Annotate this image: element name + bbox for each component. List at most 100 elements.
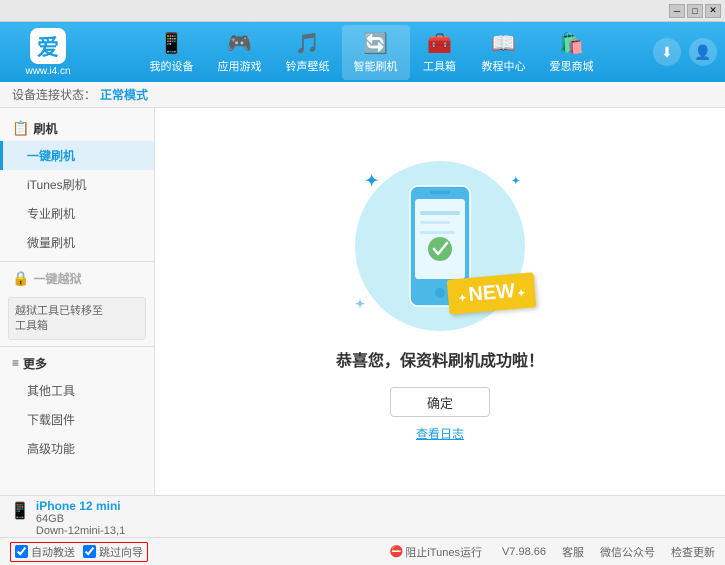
- download-firmware-label: 下载固件: [27, 413, 75, 427]
- nav-wallpaper[interactable]: 🎵 铃声壁纸: [274, 25, 342, 80]
- nav-apps-games-label: 应用游戏: [218, 58, 262, 74]
- nav-items: 📱 我的设备 🎮 应用游戏 🎵 铃声壁纸 🔄 智能刷机 🧰 工具箱 📖 教程中心…: [98, 25, 645, 80]
- device-storage: 64GB: [36, 513, 125, 525]
- bottom-bar: 自动教送 跳过向导 ⛔ 阻止iTunes运行 V7.98.66 客服 微信公众号…: [0, 537, 725, 565]
- view-log-link[interactable]: 查看日志: [416, 425, 464, 442]
- nav-my-device-label: 我的设备: [150, 58, 194, 74]
- logo-icon: 爱: [30, 28, 66, 64]
- skip-wizard-checkbox[interactable]: [83, 545, 96, 558]
- sparkle-bl: ✦: [355, 297, 365, 311]
- flash-section-icon: 📋: [12, 120, 29, 137]
- nav-wallpaper-label: 铃声壁纸: [286, 58, 330, 74]
- sidebar-item-itunes-flash[interactable]: iTunes刷机: [0, 170, 154, 199]
- status-label: 设备连接状态：: [12, 86, 96, 103]
- nav-smart-flash-label: 智能刷机: [354, 58, 398, 74]
- status-value: 正常模式: [100, 86, 148, 103]
- device-info-row: 📱 iPhone 12 mini 64GB Down-12mini-13,1: [0, 496, 725, 537]
- sidebar-divider-2: [0, 346, 154, 347]
- sparkle-tl: ✦: [365, 171, 378, 191]
- sidebar-section-more: ≡ 更多: [0, 351, 154, 376]
- sidebar-item-advanced[interactable]: 高级功能: [0, 434, 154, 463]
- bottom-area: 📱 iPhone 12 mini 64GB Down-12mini-13,1 自…: [0, 495, 725, 565]
- bottom-right: V7.98.66 客服 微信公众号 检查更新: [482, 544, 715, 560]
- logo[interactable]: 爱 www.i4.cn: [8, 28, 88, 77]
- sidebar-section-jailbreak: 🔒 一键越狱: [0, 266, 154, 291]
- checkbox-group: 自动教送 跳过向导: [10, 542, 148, 562]
- sidebar: 📋 刷机 一键刷机 iTunes刷机 专业刷机 微量刷机 🔒 一键越狱 越狱工具…: [0, 108, 155, 495]
- new-badge: NEW: [446, 272, 536, 314]
- sidebar-item-save-flash[interactable]: 微量刷机: [0, 228, 154, 257]
- phone-circle: ✦ ✦ ✦: [355, 161, 525, 331]
- status-bar: 设备连接状态： 正常模式: [0, 82, 725, 108]
- sidebar-item-download-firmware[interactable]: 下载固件: [0, 405, 154, 434]
- sidebar-item-other-tools[interactable]: 其他工具: [0, 376, 154, 405]
- download-button[interactable]: ⬇: [653, 38, 681, 66]
- nav-toolbox-label: 工具箱: [423, 58, 456, 74]
- main-layout: 📋 刷机 一键刷机 iTunes刷机 专业刷机 微量刷机 🔒 一键越狱 越狱工具…: [0, 108, 725, 495]
- auto-redirect-label: 自动教送: [31, 544, 75, 560]
- sidebar-section-flash: 📋 刷机: [0, 116, 154, 141]
- skip-wizard-checkbox-wrap[interactable]: 跳过向导: [83, 544, 143, 560]
- sidebar-item-pro-flash[interactable]: 专业刷机: [0, 199, 154, 228]
- success-text: 恭喜您，保资料刷机成功啦！: [336, 347, 544, 371]
- smart-flash-icon: 🔄: [363, 31, 388, 56]
- nav-smart-flash[interactable]: 🔄 智能刷机: [342, 25, 410, 80]
- my-device-icon: 📱: [159, 31, 184, 56]
- version-label: V7.98.66: [482, 546, 546, 558]
- itunes-status-label: 阻止iTunes运行: [405, 544, 482, 560]
- bottom-left: 自动教送 跳过向导: [10, 542, 390, 562]
- window-controls: ─ □ ✕: [669, 4, 721, 18]
- auto-redirect-checkbox[interactable]: [15, 545, 28, 558]
- nav-apps-games[interactable]: 🎮 应用游戏: [206, 25, 274, 80]
- device-model: Down-12mini-13,1: [36, 525, 125, 537]
- wallpaper-icon: 🎵: [295, 31, 320, 56]
- advanced-label: 高级功能: [27, 442, 75, 456]
- auto-redirect-checkbox-wrap[interactable]: 自动教送: [15, 544, 75, 560]
- more-section-title: 更多: [23, 355, 47, 372]
- jailbreak-lock-notice: 越狱工具已转移至 工具箱: [8, 297, 146, 340]
- top-nav: 爱 www.i4.cn 📱 我的设备 🎮 应用游戏 🎵 铃声壁纸 🔄 智能刷机 …: [0, 22, 725, 82]
- title-bar: ─ □ ✕: [0, 0, 725, 22]
- tutorial-icon: 📖: [491, 31, 516, 56]
- one-key-flash-label: 一键刷机: [27, 149, 75, 163]
- apps-games-icon: 🎮: [227, 31, 252, 56]
- logo-url: www.i4.cn: [25, 66, 70, 77]
- sidebar-item-one-key-flash[interactable]: 一键刷机: [0, 141, 154, 170]
- check-update-link[interactable]: 检查更新: [671, 544, 715, 560]
- skip-wizard-label: 跳过向导: [99, 544, 143, 560]
- lock-notice-text: 越狱工具已转移至 工具箱: [15, 304, 139, 335]
- lock-icon: 🔒: [12, 270, 29, 287]
- restore-button[interactable]: □: [687, 4, 703, 18]
- nav-store-label: 爱思商城: [550, 58, 594, 74]
- more-section-icon: ≡: [12, 356, 19, 370]
- other-tools-label: 其他工具: [27, 384, 75, 398]
- close-button[interactable]: ✕: [705, 4, 721, 18]
- minimize-button[interactable]: ─: [669, 4, 685, 18]
- stop-icon: ⛔: [390, 545, 404, 558]
- wechat-link[interactable]: 微信公众号: [600, 544, 655, 560]
- illustration: ✦ ✦ ✦: [355, 161, 525, 331]
- nav-toolbox[interactable]: 🧰 工具箱: [410, 25, 470, 80]
- device-details: iPhone 12 mini 64GB Down-12mini-13,1: [36, 499, 125, 537]
- itunes-flash-label: iTunes刷机: [27, 178, 87, 192]
- device-phone-icon: 📱: [10, 501, 30, 521]
- user-button[interactable]: 👤: [689, 38, 717, 66]
- store-icon: 🛍️: [559, 31, 584, 56]
- sparkle-tr: ✦: [512, 176, 520, 187]
- nav-tutorial-label: 教程中心: [482, 58, 526, 74]
- nav-tutorial[interactable]: 📖 教程中心: [470, 25, 538, 80]
- save-flash-label: 微量刷机: [27, 236, 75, 250]
- flash-section-title: 刷机: [33, 120, 57, 137]
- nav-right-buttons: ⬇ 👤: [653, 38, 717, 66]
- customer-service-link[interactable]: 客服: [562, 544, 584, 560]
- confirm-button[interactable]: 确定: [390, 387, 490, 417]
- toolbox-icon: 🧰: [427, 31, 452, 56]
- content-area: ✦ ✦ ✦: [155, 108, 725, 495]
- sidebar-divider-1: [0, 261, 154, 262]
- nav-store[interactable]: 🛍️ 爱思商城: [538, 25, 606, 80]
- device-name: iPhone 12 mini: [36, 499, 125, 513]
- itunes-status[interactable]: ⛔ 阻止iTunes运行: [390, 544, 482, 560]
- pro-flash-label: 专业刷机: [27, 207, 75, 221]
- nav-my-device[interactable]: 📱 我的设备: [138, 25, 206, 80]
- jailbreak-section-title: 一键越狱: [33, 270, 81, 287]
